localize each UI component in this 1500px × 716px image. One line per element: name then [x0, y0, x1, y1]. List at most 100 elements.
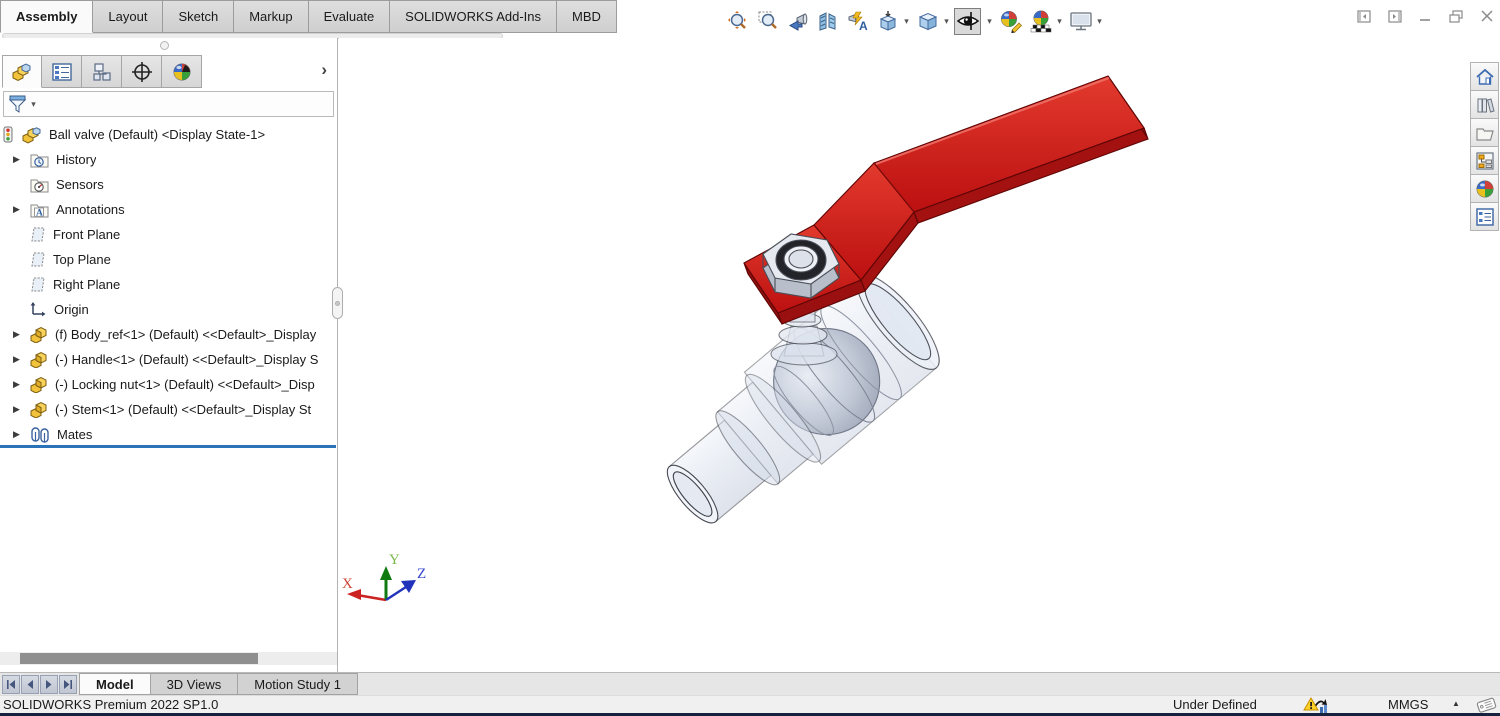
- apply-scene-icon[interactable]: [1027, 8, 1054, 35]
- tab-3d-views[interactable]: 3D Views: [150, 673, 239, 695]
- expand-arrow[interactable]: ▶: [10, 404, 30, 415]
- tab-markup[interactable]: Markup: [234, 0, 309, 33]
- dynamic-annotation-views-icon[interactable]: A: [844, 8, 871, 35]
- panel-splitter-handle[interactable]: [332, 287, 343, 319]
- plane-icon: [31, 277, 45, 292]
- apply-scene-dropdown[interactable]: ▾: [1055, 16, 1064, 27]
- expand-arrow[interactable]: ▶: [10, 379, 30, 390]
- task-pane: [1470, 62, 1499, 231]
- view-orientation-dropdown[interactable]: ▾: [902, 16, 911, 27]
- window-controls: [1357, 10, 1494, 23]
- tab-featuremanager-design-tree[interactable]: [2, 55, 42, 88]
- tab-layout[interactable]: Layout: [93, 0, 164, 33]
- resolve-state-icon: [3, 126, 13, 143]
- previous-view-icon[interactable]: [784, 8, 811, 35]
- tab-configurationmanager[interactable]: [82, 55, 122, 88]
- tree-item-front-plane[interactable]: Front Plane: [0, 222, 336, 247]
- tab-scroll-buttons: [0, 673, 79, 695]
- first-tab-icon[interactable]: [2, 674, 20, 694]
- tree-item-right-plane[interactable]: Right Plane: [0, 272, 336, 297]
- tags-icon[interactable]: [1475, 696, 1499, 713]
- home-icon[interactable]: [1470, 62, 1499, 91]
- view-settings-dropdown[interactable]: ▾: [1095, 16, 1104, 27]
- tree-item-history[interactable]: ▶ History: [0, 147, 336, 172]
- tree-item-locking-nut[interactable]: ▶ (-) Locking nut<1> (Default) <<Default…: [0, 372, 336, 397]
- close-icon[interactable]: [1481, 10, 1494, 23]
- zoom-to-fit-icon[interactable]: [724, 8, 751, 35]
- scrollbar-thumb[interactable]: [20, 653, 258, 664]
- expand-panel-chevron-icon[interactable]: ›: [321, 60, 327, 80]
- assembly-icon: [22, 126, 41, 144]
- expand-arrow[interactable]: ▶: [10, 354, 30, 365]
- featuremanager-panel: › ▾ Ball valve (Default) <Display State-…: [0, 38, 338, 672]
- appearances-scenes-icon[interactable]: [1470, 174, 1499, 203]
- design-library-icon[interactable]: [1470, 90, 1499, 119]
- tab-motion-study-1[interactable]: Motion Study 1: [238, 673, 358, 695]
- filter-dropdown[interactable]: ▾: [29, 99, 38, 110]
- panel-splitter-dot[interactable]: [160, 41, 169, 50]
- origin-icon: [30, 302, 46, 317]
- part-icon: [30, 351, 47, 368]
- tree-filter[interactable]: ▾: [3, 91, 334, 117]
- display-style-dropdown[interactable]: ▾: [942, 16, 951, 27]
- expand-arrow[interactable]: ▶: [10, 429, 30, 440]
- edit-appearance-icon[interactable]: [997, 8, 1024, 35]
- collapse-right-pane-icon[interactable]: [1388, 10, 1402, 23]
- next-tab-icon[interactable]: [40, 674, 58, 694]
- units-caret-icon[interactable]: ▲: [1452, 699, 1460, 708]
- panel-horizontal-scrollbar[interactable]: [0, 652, 337, 665]
- filter-funnel-icon: [8, 95, 27, 113]
- tree-item-annotations[interactable]: ▶ A Annotations: [0, 197, 336, 222]
- minimize-icon[interactable]: [1419, 10, 1432, 23]
- performance-warning-icon[interactable]: [1303, 696, 1329, 714]
- restore-icon[interactable]: [1449, 10, 1464, 23]
- top-bar: Assembly Layout Sketch Markup Evaluate S…: [0, 0, 1500, 39]
- tab-evaluate[interactable]: Evaluate: [308, 0, 391, 33]
- ball-valve-model: X Y Z: [342, 75, 1149, 602]
- units-selector[interactable]: MMGS: [1388, 697, 1428, 712]
- tab-displaymanager[interactable]: [162, 55, 202, 88]
- expand-arrow[interactable]: ▶: [10, 154, 30, 165]
- view-palette-icon[interactable]: [1470, 146, 1499, 175]
- last-tab-icon[interactable]: [59, 674, 77, 694]
- tree-item-stem[interactable]: ▶ (-) Stem<1> (Default) <<Default>_Displ…: [0, 397, 336, 422]
- tab-mbd[interactable]: MBD: [557, 0, 617, 33]
- constraint-state: Under Defined: [1173, 697, 1257, 712]
- tab-assembly[interactable]: Assembly: [0, 0, 94, 33]
- heads-up-view-toolbar: A ▾ ▾ ▾ ▾ ▾: [724, 6, 1104, 36]
- tree-item-top-plane[interactable]: Top Plane: [0, 247, 336, 272]
- tree-item-sensors[interactable]: Sensors: [0, 172, 336, 197]
- collapse-left-pane-icon[interactable]: [1357, 10, 1371, 23]
- tab-propertymanager[interactable]: [42, 55, 82, 88]
- view-orientation-icon[interactable]: [874, 8, 901, 35]
- tab-dimxpertmanager[interactable]: [122, 55, 162, 88]
- hide-show-items-icon[interactable]: [954, 7, 981, 35]
- featuremanager-tab-strip: [2, 55, 202, 88]
- tree-item-body-ref[interactable]: ▶ (f) Body_ref<1> (Default) <<Default>_D…: [0, 322, 336, 347]
- file-explorer-icon[interactable]: [1470, 118, 1499, 147]
- expand-arrow[interactable]: ▶: [10, 204, 30, 215]
- expand-arrow[interactable]: ▶: [10, 329, 30, 340]
- section-view-icon[interactable]: [814, 8, 841, 35]
- rollback-bar[interactable]: [0, 445, 336, 448]
- tab-sketch[interactable]: Sketch: [163, 0, 235, 33]
- reference-triad: X Y Z: [342, 552, 426, 602]
- tab-solidworks-add-ins[interactable]: SOLIDWORKS Add-Ins: [390, 0, 557, 33]
- product-name: SOLIDWORKS Premium 2022 SP1.0: [3, 697, 219, 712]
- custom-properties-icon[interactable]: [1470, 202, 1499, 231]
- part-icon: [30, 376, 47, 393]
- tab-model[interactable]: Model: [79, 673, 151, 695]
- tree-item-handle[interactable]: ▶ (-) Handle<1> (Default) <<Default>_Dis…: [0, 347, 336, 372]
- tree-item-mates[interactable]: ▶ Mates: [0, 422, 336, 447]
- sensors-folder-icon: [30, 179, 49, 192]
- tree-item-origin[interactable]: Origin: [0, 297, 336, 322]
- status-bar: SOLIDWORKS Premium 2022 SP1.0 Under Defi…: [0, 695, 1500, 713]
- hide-show-items-dropdown[interactable]: ▾: [985, 16, 994, 27]
- zoom-to-area-icon[interactable]: [754, 8, 781, 35]
- view-settings-icon[interactable]: [1067, 8, 1094, 35]
- tree-item-ball-valve[interactable]: Ball valve (Default) <Display State-1>: [0, 122, 336, 147]
- previous-tab-icon[interactable]: [21, 674, 39, 694]
- feature-tree: Ball valve (Default) <Display State-1> ▶…: [0, 122, 336, 447]
- display-style-icon[interactable]: [914, 8, 941, 35]
- graphics-viewport[interactable]: X Y Z: [339, 38, 1500, 672]
